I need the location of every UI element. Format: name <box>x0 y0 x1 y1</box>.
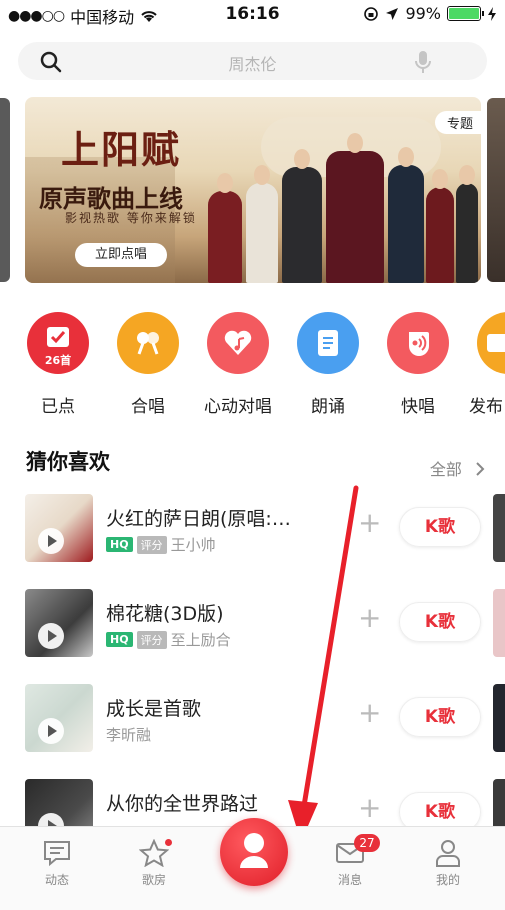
tab-label: 我的 <box>435 873 460 887</box>
notification-dot <box>165 839 172 846</box>
singer-icon <box>240 833 268 868</box>
tab-feed[interactable]: 动态 <box>27 839 87 888</box>
tab-label: 消息 <box>337 873 362 887</box>
tab-profile[interactable]: 我的 <box>418 839 478 888</box>
chat-icon <box>44 841 70 867</box>
tab-rooms[interactable]: 歌房 <box>124 839 184 888</box>
person-icon <box>436 840 460 867</box>
tab-label: 歌房 <box>141 873 166 887</box>
sing-center-button[interactable] <box>220 818 288 886</box>
annotation-arrow-icon <box>288 485 359 842</box>
tab-label: 动态 <box>44 873 69 887</box>
message-count-badge: 27 <box>354 834 380 852</box>
